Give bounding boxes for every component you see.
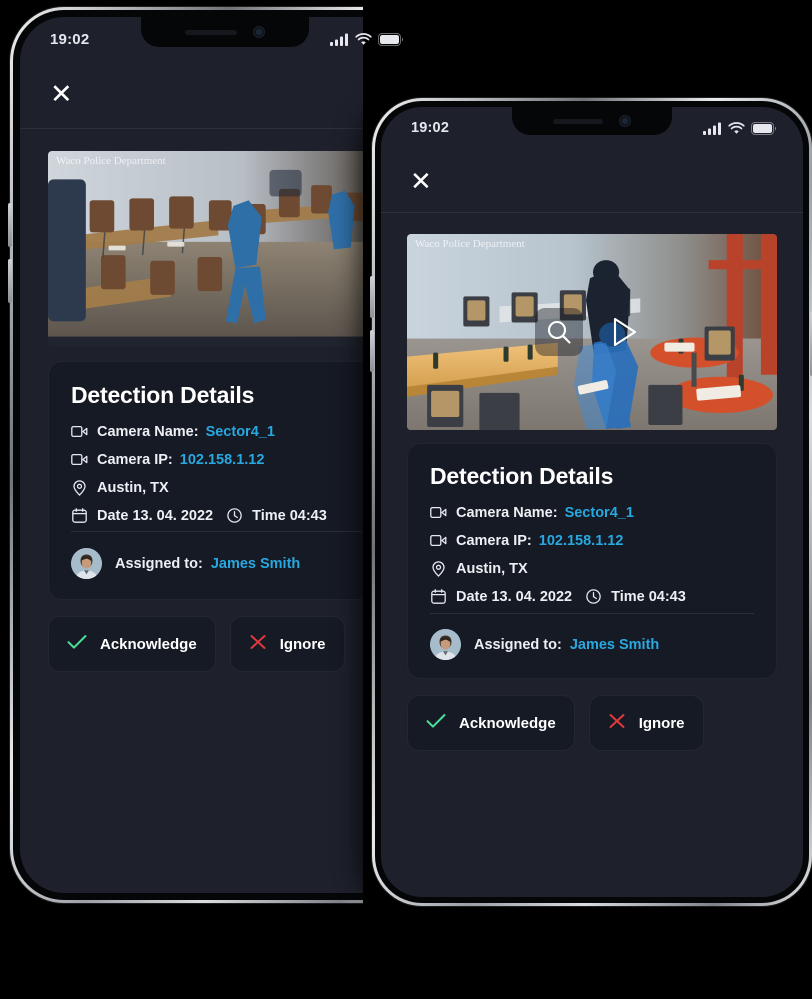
zoom-video-button[interactable]	[535, 308, 583, 356]
check-icon	[426, 713, 446, 733]
detail-value[interactable]: 102.158.1.12	[539, 533, 624, 549]
clock-icon	[226, 507, 243, 524]
video-camera-icon	[71, 451, 88, 468]
detail-value[interactable]: 102.158.1.12	[180, 452, 265, 468]
volume-down-button[interactable]	[370, 330, 374, 372]
surveillance-frame	[48, 151, 402, 337]
time-label: Time 04:43	[611, 588, 686, 605]
status-bar: 19:02	[381, 107, 803, 149]
detail-row-datetime: Date 13. 04. 2022 Time 04:43	[430, 588, 754, 605]
volume-up-button[interactable]	[370, 276, 374, 318]
avatar[interactable]	[71, 548, 102, 579]
acknowledge-label: Acknowledge	[100, 635, 197, 653]
x-icon	[249, 634, 267, 654]
calendar-icon	[430, 588, 447, 605]
video-preview[interactable]: Waco Police Department	[48, 151, 402, 347]
play-video-button[interactable]	[601, 308, 649, 356]
close-icon[interactable]: ✕	[410, 168, 432, 194]
close-icon[interactable]: ✕	[50, 81, 73, 108]
video-preview[interactable]: Waco Police Department	[407, 234, 777, 430]
detail-row-camera-name: Camera Name: Sector4_1	[71, 423, 379, 440]
status-bar: 19:02	[20, 17, 430, 61]
date-label: Date 13. 04. 2022	[456, 588, 573, 605]
detail-label: Austin, TX	[456, 560, 528, 577]
detail-row-location: Austin, TX	[71, 479, 379, 496]
time-label: Time 04:43	[252, 507, 327, 524]
video-watermark: Waco Police Department	[415, 238, 525, 250]
card-divider	[71, 531, 379, 532]
status-time: 19:02	[50, 30, 90, 48]
assigned-to-row: Assigned to: James Smith	[430, 629, 754, 660]
detail-label: Camera IP:	[97, 451, 173, 468]
screenshot-stage: 19:02 ✕ Waco Police Department Detection…	[0, 0, 812, 999]
detail-label: Austin, TX	[97, 479, 169, 496]
battery-full-icon	[378, 32, 404, 46]
video-camera-icon	[430, 532, 447, 549]
date-label: Date 13. 04. 2022	[97, 507, 214, 524]
assigned-label: Assigned to:	[474, 636, 562, 653]
battery-full-icon	[751, 121, 777, 135]
phone-device-front: 19:02 ✕ Waco Police Department Detection…	[370, 98, 812, 906]
volume-up-button[interactable]	[8, 203, 12, 247]
calendar-icon	[71, 507, 88, 524]
x-icon	[608, 713, 626, 733]
assigned-value[interactable]: James Smith	[570, 637, 659, 653]
detail-row-camera-ip: Camera IP: 102.158.1.12	[71, 451, 379, 468]
detection-details-card: Detection Details Camera Name: Sector4_1…	[407, 443, 777, 679]
card-divider	[430, 613, 754, 614]
action-buttons: Acknowledge Ignore	[48, 616, 402, 672]
action-buttons: Acknowledge Ignore	[407, 695, 777, 751]
assigned-to-row: Assigned to: James Smith	[71, 548, 379, 579]
detail-label: Camera Name:	[97, 423, 199, 440]
status-indicators	[330, 32, 404, 46]
detail-value[interactable]: Sector4_1	[565, 505, 634, 521]
detail-row-camera-ip: Camera IP: 102.158.1.12	[430, 532, 754, 549]
detail-row-datetime: Date 13. 04. 2022 Time 04:43	[71, 507, 379, 524]
video-camera-icon	[430, 504, 447, 521]
acknowledge-label: Acknowledge	[459, 714, 556, 732]
video-camera-icon	[71, 423, 88, 440]
ignore-label: Ignore	[279, 635, 326, 653]
detection-detail-app: ✕ Waco Police Department Detection Detai…	[381, 149, 803, 897]
cellular-bars-icon	[330, 33, 348, 46]
check-icon	[67, 634, 87, 654]
phone-screen-front: 19:02 ✕ Waco Police Department Detection…	[381, 107, 803, 897]
detection-details-card: Detection Details Camera Name: Sector4_1…	[48, 361, 402, 600]
status-time: 19:02	[411, 120, 450, 136]
volume-down-button[interactable]	[8, 259, 12, 303]
play-icon	[613, 317, 637, 347]
detail-row-location: Austin, TX	[430, 560, 754, 577]
video-controls	[535, 308, 649, 356]
ignore-button[interactable]: Ignore	[229, 616, 345, 672]
avatar[interactable]	[430, 629, 461, 660]
detail-label: Camera Name:	[456, 504, 558, 521]
detail-label: Camera IP:	[456, 532, 532, 549]
app-bar: ✕	[381, 149, 803, 213]
detail-row-camera-name: Camera Name: Sector4_1	[430, 504, 754, 521]
ignore-label: Ignore	[638, 714, 685, 732]
detail-value[interactable]: Sector4_1	[206, 424, 275, 440]
acknowledge-button[interactable]: Acknowledge	[48, 616, 216, 672]
status-indicators	[703, 121, 777, 135]
cellular-bars-icon	[703, 122, 721, 135]
wifi-icon	[355, 32, 372, 45]
assigned-label: Assigned to:	[115, 555, 203, 572]
assigned-value[interactable]: James Smith	[211, 556, 300, 572]
page-title: Detection Details	[430, 463, 614, 489]
video-watermark: Waco Police Department	[56, 155, 166, 167]
magnifier-icon	[547, 320, 571, 344]
location-pin-icon	[430, 560, 447, 577]
location-pin-icon	[71, 479, 88, 496]
page-title: Detection Details	[71, 382, 255, 408]
clock-icon	[585, 588, 602, 605]
wifi-icon	[728, 121, 745, 134]
ignore-button[interactable]: Ignore	[588, 695, 704, 751]
acknowledge-button[interactable]: Acknowledge	[407, 695, 575, 751]
